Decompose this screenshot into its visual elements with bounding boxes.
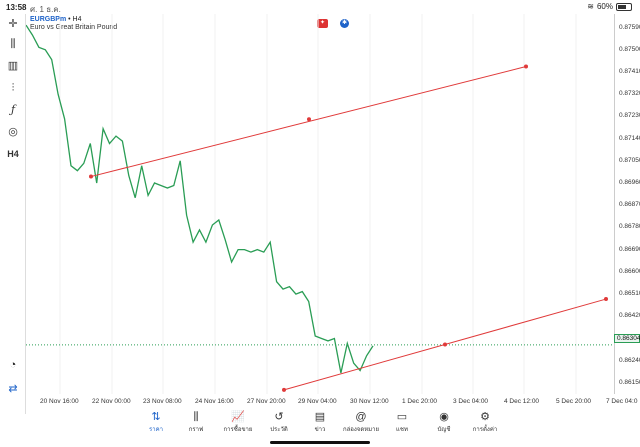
trade-icon: 📈 — [231, 411, 245, 423]
nav-item-label: การตั้งค่า — [472, 427, 498, 433]
time-axis-label: 7 Dec 04:0 — [606, 398, 638, 405]
nav-item-label: บัญชี — [437, 427, 451, 433]
chart-icon: ⫼ — [193, 411, 199, 423]
price-chart[interactable] — [25, 14, 627, 394]
nav-item-quotes[interactable]: ⇅ ราคา — [136, 410, 176, 434]
trendline-handle — [604, 297, 608, 302]
time-axis-label: 23 Nov 08:00 — [143, 398, 182, 405]
price-axis-label: 0.86150 — [619, 378, 640, 386]
nav-item-label: แชท — [396, 427, 408, 433]
nav-item-history[interactable]: ↺ ประวัติ — [259, 410, 299, 434]
time-axis-label: 29 Nov 04:00 — [298, 398, 337, 405]
time-axis-label: 30 Nov 12:00 — [350, 398, 389, 405]
crosshair-icon[interactable]: ✛ — [4, 16, 22, 32]
time-axis-label: 1 Dec 20:00 — [402, 398, 438, 405]
trendline-handle — [443, 342, 447, 347]
quotes-icon: ⇅ — [151, 411, 161, 423]
price-axis-label: 0.87320 — [619, 90, 640, 98]
chat-icon: ▭ — [396, 411, 408, 423]
zoom-icon[interactable]: ◔ — [5, 357, 21, 373]
account-icon: ◉ — [439, 411, 449, 423]
price-axis-label: 0.86240 — [619, 356, 640, 364]
current-price-tag: 0.86304 — [614, 334, 640, 343]
function-icon[interactable]: ƒ — [4, 102, 22, 118]
price-axis-label: 0.86780 — [619, 223, 640, 231]
nav-item-label: กราฟ — [188, 427, 204, 433]
trendline-handle — [282, 387, 286, 392]
price-axis-label: 0.87500 — [619, 45, 640, 53]
trendline-handle — [307, 117, 311, 122]
time-axis-label: 24 Nov 16:00 — [195, 398, 234, 405]
bar-chart-icon[interactable]: ▥ — [4, 58, 22, 74]
time-axis-label: 22 Nov 00:00 — [92, 398, 131, 405]
price-axis-label: 0.87140 — [619, 134, 640, 142]
indicators-icon[interactable]: ⫶ — [4, 80, 22, 96]
price-axis-label: 0.87230 — [619, 112, 640, 120]
nav-item-account[interactable]: ◉ บัญชี — [424, 410, 464, 434]
nav-item-label: การซื้อขาย — [223, 427, 253, 433]
price-axis-label: 0.87050 — [619, 156, 640, 164]
history-icon: ↺ — [274, 411, 284, 423]
timeframe-button[interactable]: H4 — [4, 146, 22, 162]
nav-item-label: ราคา — [149, 427, 163, 433]
trendline — [90, 66, 527, 178]
nav-item-settings[interactable]: ⚙ การตั้งค่า — [465, 410, 505, 434]
status-bar: 13:58 ศ. 1 ธ.ค. ≋ 60% — [0, 0, 640, 14]
battery-icon — [616, 2, 632, 11]
settings-icon: ⚙ — [480, 411, 490, 423]
status-time: 13:58 — [6, 3, 27, 12]
price-axis-label: 0.86600 — [619, 267, 640, 275]
time-axis-label: 3 Dec 04:00 — [453, 398, 489, 405]
mailbox-icon: @ — [355, 411, 367, 423]
price-axis-label: 0.86690 — [619, 245, 640, 253]
time-axis-label: 5 Dec 20:00 — [556, 398, 592, 405]
nav-item-chart[interactable]: ⫼ กราฟ — [176, 410, 216, 434]
status-right: ≋ 60% — [587, 2, 632, 11]
nav-item-news[interactable]: ▤ ข่าว — [300, 410, 340, 434]
trendline-handle — [524, 64, 528, 69]
time-axis-label: 4 Dec 12:00 — [504, 398, 540, 405]
price-series-line — [25, 24, 374, 374]
battery-percent: 60% — [596, 2, 613, 11]
nav-item-chat[interactable]: ▭ แชท — [382, 410, 422, 434]
time-axis-label: 20 Nov 16:00 — [40, 398, 79, 405]
shapes-icon[interactable]: ◎ — [4, 124, 22, 140]
nav-item-label: ข่าว — [314, 427, 326, 433]
trade-panel-icon[interactable]: ⇄ — [5, 381, 21, 397]
chart-area[interactable] — [25, 14, 627, 394]
news-icon: ▤ — [314, 411, 326, 423]
nav-item-mailbox[interactable]: @ กล่องจดหมาย — [341, 410, 381, 434]
price-axis-label: 0.86510 — [619, 290, 640, 298]
price-axis-label: 0.86870 — [619, 201, 640, 209]
nav-item-trade[interactable]: 📈 การซื้อขาย — [218, 410, 258, 434]
price-axis-label: 0.86420 — [619, 312, 640, 320]
nav-item-label: กล่องจดหมาย — [342, 427, 380, 433]
price-axis-label: 0.87590 — [619, 23, 640, 31]
price-axis-label: 0.87410 — [619, 67, 640, 75]
wifi-icon: ≋ — [587, 2, 594, 11]
trendline-handle — [89, 174, 93, 179]
nav-item-label: ประวัติ — [270, 427, 288, 433]
time-axis-label: 27 Nov 20:00 — [247, 398, 286, 405]
candlestick-icon[interactable]: ⫼ — [4, 36, 22, 52]
home-indicator — [270, 441, 370, 444]
left-toolbar: ✛ ⫼ ▥ ⫶ ƒ ◎ H4 — [0, 14, 26, 414]
price-axis-label: 0.86960 — [619, 179, 640, 187]
